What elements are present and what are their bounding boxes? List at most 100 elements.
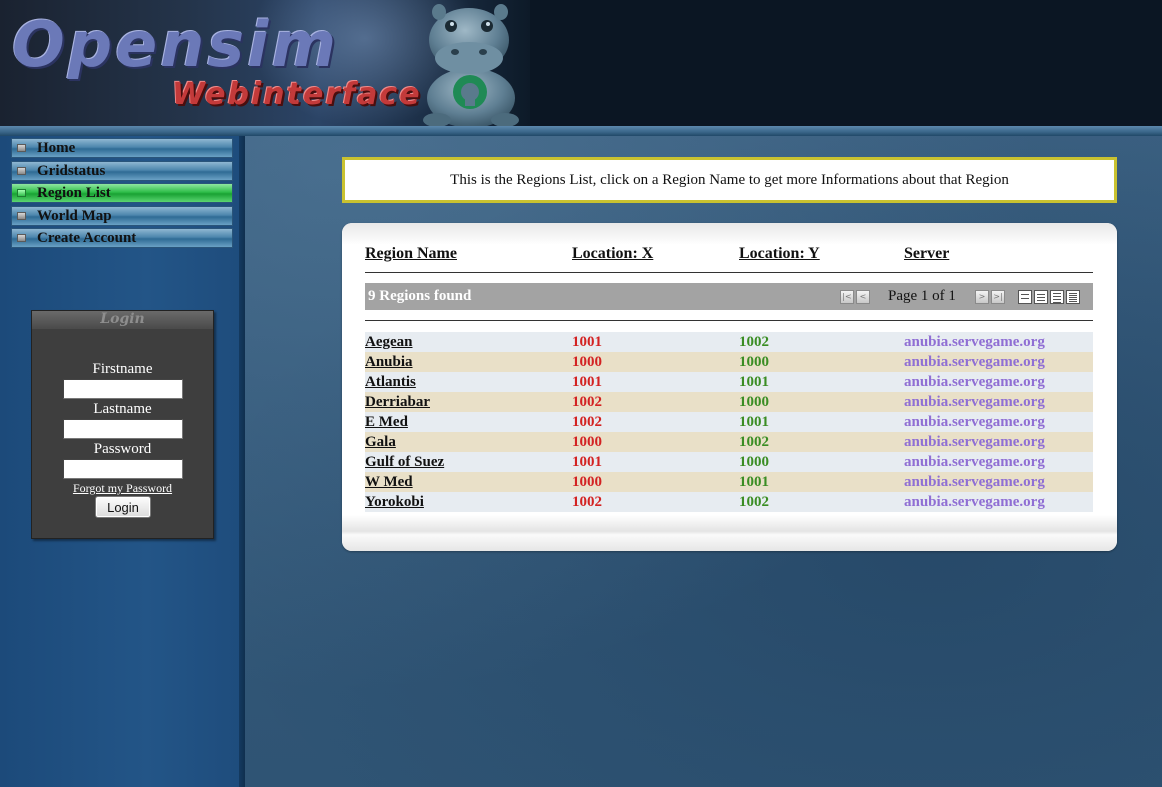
- region-list-panel: Region Name Location: X Location: Y Serv…: [342, 223, 1117, 551]
- nav-item-label: Region List: [37, 185, 111, 201]
- server-value: anubia.servegame.org: [904, 354, 1045, 370]
- server-value: anubia.servegame.org: [904, 334, 1045, 350]
- location-y-value: 1001: [739, 414, 769, 430]
- nav-item-world-map[interactable]: World Map: [11, 205, 233, 226]
- location-y-value: 1001: [739, 374, 769, 390]
- region-name-link[interactable]: Aegean: [365, 332, 413, 352]
- server-value: anubia.servegame.org: [904, 474, 1045, 490]
- region-name-link[interactable]: W Med: [365, 472, 413, 492]
- location-x-value: 1002: [572, 414, 602, 430]
- firstname-input[interactable]: [63, 379, 183, 399]
- region-name-link[interactable]: Anubia: [365, 352, 413, 372]
- table-row: Derriabar 1002 1000 anubia.servegame.org: [365, 392, 1093, 412]
- password-label: Password: [93, 441, 152, 457]
- region-table-body: Aegean 1001 1002 anubia.servegame.org An…: [365, 332, 1093, 512]
- nav-item-region-list[interactable]: Region List: [11, 183, 233, 203]
- firstname-label: Firstname: [92, 361, 153, 377]
- regions-found-count: 9 Regions found: [368, 288, 472, 304]
- sidebar-edge: [239, 136, 245, 787]
- table-row: Gala 1000 1002 anubia.servegame.org: [365, 432, 1093, 452]
- nav-item-label: Home: [37, 140, 76, 156]
- logo-title: Opensim: [12, 8, 340, 81]
- location-y-value: 1002: [739, 434, 769, 450]
- nav-bullet-icon: [17, 166, 26, 175]
- header-divider: [0, 126, 1162, 136]
- region-name-link[interactable]: Yorokobi: [365, 492, 424, 512]
- nav-bullet-icon: [17, 144, 26, 152]
- table-row: Atlantis 1001 1001 anubia.servegame.org: [365, 372, 1093, 392]
- server-value: anubia.servegame.org: [904, 374, 1045, 390]
- location-x-value: 1001: [572, 374, 602, 390]
- view-3-icon[interactable]: [1050, 290, 1064, 304]
- server-value: anubia.servegame.org: [904, 494, 1045, 510]
- panel-top-shade: [342, 223, 1117, 245]
- server-value: anubia.servegame.org: [904, 454, 1045, 470]
- nav-bullet-icon: [17, 211, 26, 220]
- forgot-password-link[interactable]: Forgot my Password: [32, 481, 213, 496]
- last-page-icon[interactable]: >|: [991, 290, 1005, 304]
- server-value: anubia.servegame.org: [904, 394, 1045, 410]
- location-x-value: 1000: [572, 354, 602, 370]
- sidebar: Home Gridstatus Region List World Map Cr…: [0, 136, 245, 787]
- region-name-link[interactable]: Atlantis: [365, 372, 416, 392]
- location-x-value: 1000: [572, 434, 602, 450]
- hippo-mascot-icon: [423, 4, 519, 128]
- location-y-value: 1000: [739, 454, 769, 470]
- next-page-icon[interactable]: >: [975, 290, 989, 304]
- location-y-value: 1002: [739, 494, 769, 510]
- lastname-input[interactable]: [63, 419, 183, 439]
- location-y-value: 1001: [739, 474, 769, 490]
- table-row: Anubia 1000 1000 anubia.servegame.org: [365, 352, 1093, 372]
- info-message: This is the Regions List, click on a Reg…: [450, 172, 1009, 188]
- login-title: Login: [32, 311, 213, 329]
- server-value: anubia.servegame.org: [904, 434, 1045, 450]
- page-indicator: Page 1 of 1: [888, 288, 956, 304]
- location-x-value: 1001: [572, 334, 602, 350]
- nav-item-label: Create Account: [37, 230, 137, 246]
- location-x-value: 1000: [572, 474, 602, 490]
- location-y-value: 1000: [739, 354, 769, 370]
- region-name-link[interactable]: Gala: [365, 432, 396, 452]
- nav-item-label: World Map: [37, 207, 112, 224]
- lastname-label: Lastname: [93, 401, 152, 417]
- pager-bar: 9 Regions found |< < Page 1 of 1 > >|: [365, 283, 1093, 310]
- column-header-location-y[interactable]: Location: Y: [739, 245, 820, 263]
- region-name-link[interactable]: Derriabar: [365, 392, 430, 412]
- table-row: W Med 1000 1001 anubia.servegame.org: [365, 472, 1093, 492]
- login-button[interactable]: Login: [95, 496, 151, 518]
- location-y-value: 1002: [739, 334, 769, 350]
- region-name-link[interactable]: Gulf of Suez: [365, 452, 444, 472]
- nav-item-gridstatus[interactable]: Gridstatus: [11, 160, 233, 181]
- location-x-value: 1002: [572, 394, 602, 410]
- logo-subtitle: Webinterface: [172, 77, 422, 112]
- view-2-icon[interactable]: [1034, 290, 1048, 304]
- table-row: Aegean 1001 1002 anubia.servegame.org: [365, 332, 1093, 352]
- prev-page-icon[interactable]: <: [856, 290, 870, 304]
- main-nav: Home Gridstatus Region List World Map Cr…: [11, 138, 233, 251]
- password-input[interactable]: [63, 459, 183, 479]
- view-4-icon[interactable]: [1066, 290, 1080, 304]
- view-1-icon[interactable]: [1018, 290, 1032, 304]
- table-row: Gulf of Suez 1001 1000 anubia.servegame.…: [365, 452, 1093, 472]
- table-row: E Med 1002 1001 anubia.servegame.org: [365, 412, 1093, 432]
- region-name-link[interactable]: E Med: [365, 412, 408, 432]
- column-header-region-name[interactable]: Region Name: [365, 245, 457, 263]
- info-message-box: This is the Regions List, click on a Reg…: [342, 157, 1117, 203]
- server-value: anubia.servegame.org: [904, 414, 1045, 430]
- nav-item-label: Gridstatus: [37, 162, 106, 179]
- column-header-location-x[interactable]: Location: X: [572, 245, 653, 263]
- column-header-server[interactable]: Server: [904, 245, 949, 263]
- first-page-icon[interactable]: |<: [840, 290, 854, 304]
- panel-bottom-shade: [342, 515, 1117, 551]
- pager-divider-line: [365, 320, 1093, 321]
- location-y-value: 1000: [739, 394, 769, 410]
- nav-bullet-icon: [17, 234, 26, 242]
- nav-item-create-account[interactable]: Create Account: [11, 228, 233, 248]
- location-x-value: 1002: [572, 494, 602, 510]
- login-panel: Login Firstname Lastname Password Forgot…: [31, 310, 214, 539]
- location-x-value: 1001: [572, 454, 602, 470]
- nav-bullet-icon: [17, 189, 26, 197]
- table-row: Yorokobi 1002 1002 anubia.servegame.org: [365, 492, 1093, 512]
- nav-item-home[interactable]: Home: [11, 138, 233, 158]
- site-header: Opensim Webinterface: [0, 0, 1162, 128]
